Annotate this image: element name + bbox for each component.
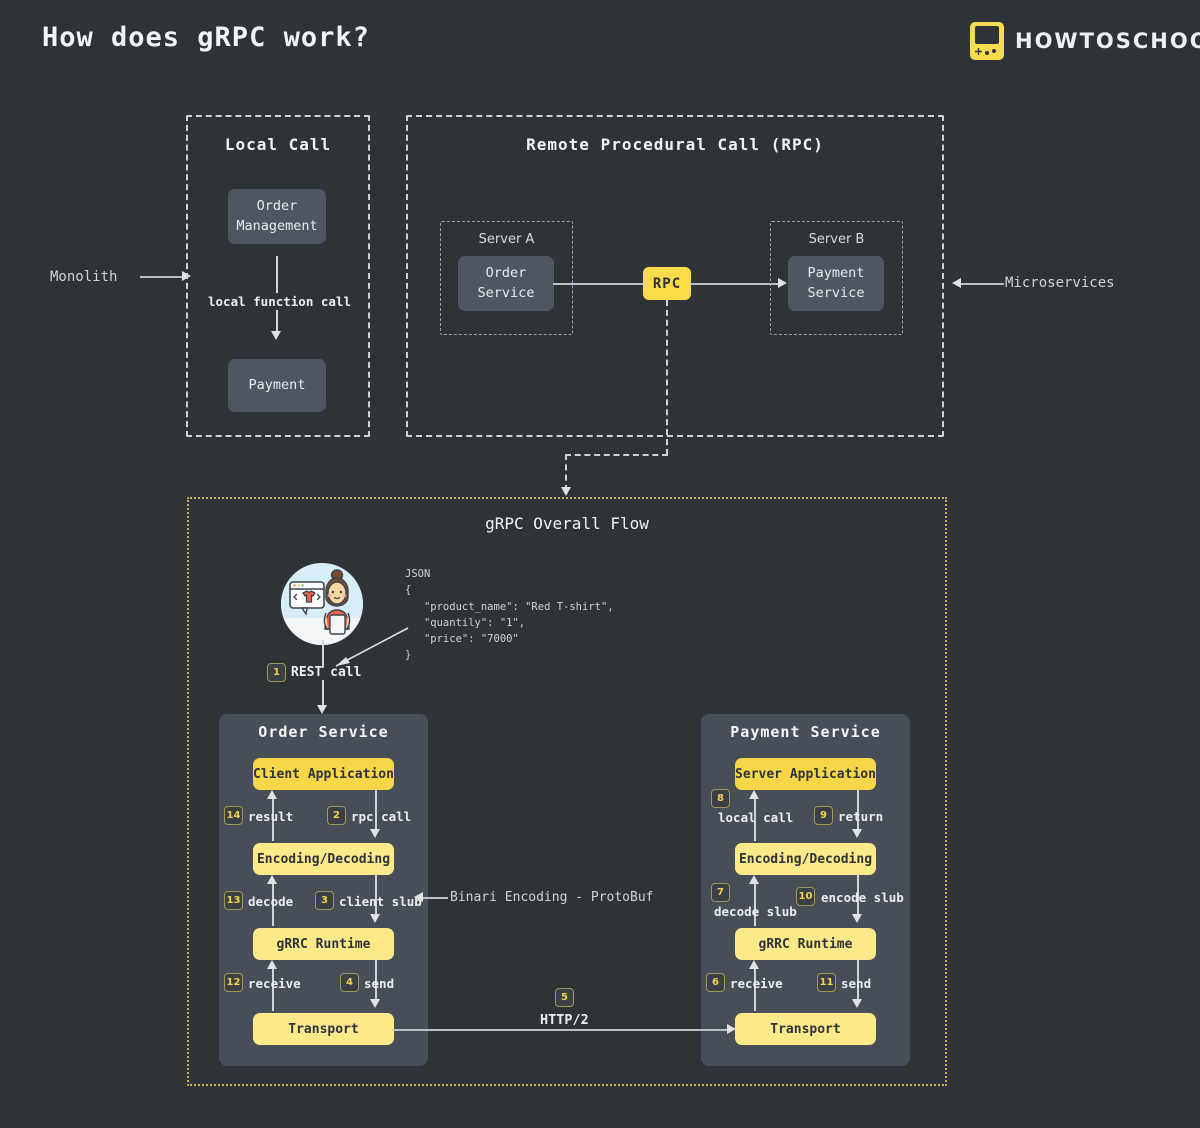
monolith-label: Monolith: [50, 269, 118, 285]
payment-box[interactable]: Payment: [228, 359, 326, 412]
brand-logo: HOWTOSCHOOL: [970, 22, 1200, 60]
http2-connector: [393, 1029, 731, 1031]
order-step-label-rpc-call: rpc call: [351, 809, 412, 824]
drilldown-arrowhead-icon: [561, 487, 571, 496]
rpc-node[interactable]: RPC: [643, 267, 691, 300]
order-up-arrowhead-1-icon: [267, 790, 277, 799]
microservices-label: Microservices: [1005, 275, 1115, 291]
payment-step-label-receive: receive: [730, 976, 783, 991]
step-badge-1: 1: [267, 663, 286, 682]
step-badge-2: 2: [327, 806, 346, 825]
gameboy-buttons-icon: [985, 49, 999, 55]
payment-service-panel-title: Payment Service: [730, 723, 881, 741]
brand-name: HOWTOSCHOOL: [1015, 29, 1200, 53]
json-body: { "product_name": "Red T-shirt", "quanti…: [405, 584, 614, 662]
order-down-arrowhead-1-icon: [370, 829, 380, 838]
http2-arrowhead-icon: [727, 1024, 736, 1034]
payment-step-label-encode-slub: encode slub: [821, 890, 904, 905]
step-badge-4: 4: [340, 973, 359, 992]
order-layer-grpc-runtime[interactable]: gRRC Runtime: [253, 928, 394, 960]
http2-label: HTTP/2: [540, 1012, 589, 1028]
local-call-arrowhead-icon: [271, 331, 281, 340]
protobuf-arrowhead-icon: [414, 892, 423, 902]
payment-layer-server-application[interactable]: Server Application: [735, 758, 876, 790]
order-service-panel-title: Order Service: [258, 723, 389, 741]
protobuf-note-label: Binari Encoding - ProtoBuf: [450, 890, 654, 905]
step-badge-8: 8: [711, 789, 730, 808]
server-a-title: Server A: [478, 232, 535, 247]
gameboy-screen: [975, 26, 999, 44]
step-badge-7: 7: [711, 883, 730, 902]
step-badge-14: 14: [224, 806, 243, 825]
order-down-arrowhead-3-icon: [370, 999, 380, 1008]
order-step-label-send: send: [364, 976, 395, 991]
payment-up-arrowhead-2-icon: [749, 875, 759, 884]
step-badge-5: 5: [555, 988, 574, 1007]
local-function-call-label: local function call: [206, 293, 353, 310]
json-label: JSON: [405, 568, 431, 580]
rest-call-line-bottom: [322, 680, 324, 708]
payment-up-arrowhead-1-icon: [749, 790, 759, 799]
step-badge-3: 3: [315, 891, 334, 910]
payment-down-arrowhead-1-icon: [852, 829, 862, 838]
step-badge-6: 6: [706, 973, 725, 992]
payment-down-arrowhead-3-icon: [852, 999, 862, 1008]
step-badge-12: 12: [224, 973, 243, 992]
gameboy-icon: [970, 22, 1004, 60]
monolith-connector: [140, 276, 185, 278]
order-service-box[interactable]: Order Service: [458, 256, 554, 311]
local-call-title: Local Call: [224, 135, 332, 154]
payment-step-label-send: send: [841, 976, 872, 991]
payment-step-label-local-call: local call: [718, 810, 794, 825]
payment-layer-transport[interactable]: Transport: [735, 1013, 876, 1045]
order-service-line1: Order: [485, 264, 527, 281]
rpc-link-left: [553, 283, 646, 285]
protobuf-connector: [423, 897, 448, 899]
microservices-connector: [961, 283, 1004, 285]
order-up-arrowhead-3-icon: [267, 960, 277, 969]
drilldown-segment-2: [565, 454, 668, 456]
order-step-label-result: result: [248, 809, 294, 824]
step-badge-9: 9: [814, 806, 833, 825]
drilldown-segment-1: [666, 300, 668, 455]
step-badge-10: 10: [796, 887, 815, 906]
order-management-box[interactable]: Order Management: [228, 189, 326, 244]
drilldown-segment-3: [565, 454, 567, 491]
payment-service-line2: Service: [807, 284, 865, 301]
step-badge-11: 11: [817, 973, 836, 992]
payment-layer-grpc-runtime[interactable]: gRRC Runtime: [735, 928, 876, 960]
order-management-line1: Order: [256, 197, 298, 214]
order-up-arrowhead-2-icon: [267, 875, 277, 884]
payment-layer-encoding-decoding[interactable]: Encoding/Decoding: [735, 843, 876, 875]
payment-step-label-decode-slub: decode slub: [714, 904, 797, 919]
order-service-line2: Service: [477, 284, 535, 301]
rpc-link-right: [690, 283, 778, 285]
order-layer-transport[interactable]: Transport: [253, 1013, 394, 1045]
rest-call-label: REST call: [291, 665, 362, 680]
json-payload: JSON { "product_name": "Red T-shirt", "q…: [405, 566, 614, 664]
gameboy-dpad-icon: [975, 48, 982, 55]
rpc-panel-title: Remote Procedural Call (RPC): [526, 135, 824, 154]
payment-service-box[interactable]: Payment Service: [788, 256, 884, 311]
payment-step-label-return: return: [838, 809, 884, 824]
rest-call-arrowhead-icon: [317, 705, 327, 714]
order-step-label-client-slub: client slub: [339, 894, 422, 909]
order-down-arrowhead-2-icon: [370, 914, 380, 923]
rest-call-line-top: [322, 640, 324, 668]
payment-down-arrowhead-2-icon: [852, 914, 862, 923]
payment-up-arrowhead-3-icon: [749, 960, 759, 969]
server-b-title: Server B: [808, 232, 865, 247]
step-badge-13: 13: [224, 891, 243, 910]
page-title: How does gRPC work?: [42, 22, 370, 53]
order-management-line2: Management: [236, 217, 318, 234]
grpc-flow-title: gRPC Overall Flow: [485, 514, 649, 533]
order-layer-client-application[interactable]: Client Application: [253, 758, 394, 790]
microservices-arrowhead-icon: [952, 278, 961, 288]
order-step-label-receive: receive: [248, 976, 301, 991]
payment-service-line1: Payment: [807, 264, 865, 281]
order-step-label-decode: decode: [248, 894, 294, 909]
order-layer-encoding-decoding[interactable]: Encoding/Decoding: [253, 843, 394, 875]
